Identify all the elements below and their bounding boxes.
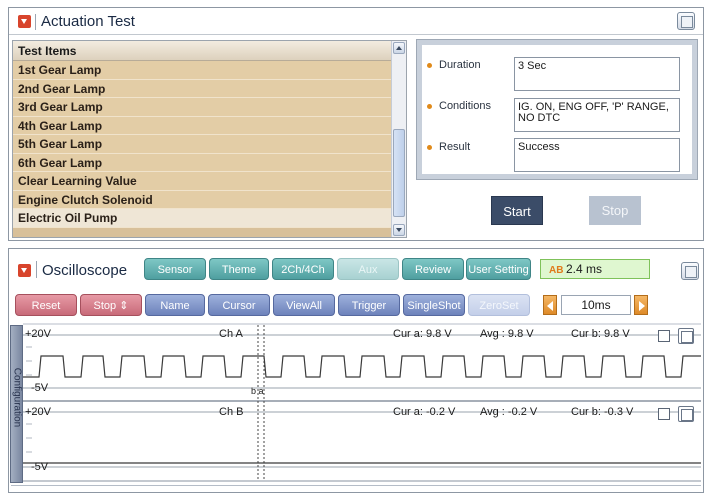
list-item[interactable]: Engine Clutch Solenoid (13, 190, 391, 209)
list-item-selected[interactable]: Electric Oil Pump (13, 209, 391, 228)
scope-grid (23, 323, 701, 482)
start-button[interactable]: Start (491, 196, 543, 225)
stop-scope-button[interactable]: Stop ⇕ (80, 294, 142, 316)
configuration-tab[interactable]: Configuration (10, 325, 23, 483)
sensor-button[interactable]: Sensor (144, 258, 206, 280)
test-info-panel: Duration 3 Sec Conditions IG. ON, ENG OF… (416, 39, 698, 180)
list-item[interactable]: 6th Gear Lamp (13, 153, 391, 172)
channel-b-expand-icon[interactable] (678, 406, 694, 422)
theme-button[interactable]: Theme (209, 258, 269, 280)
list-item[interactable]: 5th Gear Lamp (13, 135, 391, 154)
list-item[interactable]: 2nd Gear Lamp (13, 79, 391, 98)
channel-a-avg: Avg : 9.8 V (480, 328, 534, 340)
stop-button[interactable]: Stop (589, 196, 641, 225)
test-info-inner: Duration 3 Sec Conditions IG. ON, ENG OF… (422, 45, 692, 174)
updown-icon: ⇕ (119, 300, 129, 312)
result-field: Success (514, 138, 680, 172)
trigger-button[interactable]: Trigger (338, 294, 400, 316)
channel-a-waveform (23, 355, 701, 378)
channel-a-cur-b: Cur b: 9.8 V (571, 328, 630, 340)
collapse-icon[interactable] (18, 264, 31, 277)
result-label: Result (426, 141, 471, 153)
user-setting-button[interactable]: User Setting (466, 258, 531, 280)
channel-b-name: Ch B (219, 406, 244, 418)
list-item[interactable]: Clear Learning Value (13, 172, 391, 191)
channel-b-avg: Avg : -0.2 V (480, 406, 538, 418)
aux-button[interactable]: Aux (337, 258, 399, 280)
channel-b-cur-b: Cur b: -0.3 V (571, 406, 634, 418)
divider (36, 261, 37, 278)
stop-scope-label: Stop (93, 300, 117, 312)
zoom-increase-icon[interactable] (634, 295, 648, 315)
channel-b-vmin: -5V (31, 461, 49, 473)
collapse-icon[interactable] (18, 15, 31, 28)
channel-a-checkbox[interactable] (658, 330, 670, 342)
scroll-down-icon[interactable] (393, 224, 405, 236)
cursor-label: b a (251, 386, 264, 396)
singleshot-button[interactable]: SingleShot (403, 294, 465, 316)
divider (35, 14, 36, 30)
list-item[interactable]: 3rd Gear Lamp (13, 98, 391, 117)
maximize-icon[interactable] (677, 12, 695, 30)
viewall-button[interactable]: ViewAll (273, 294, 335, 316)
channel-a-expand-icon[interactable] (678, 328, 694, 344)
scope-display: +20V -5V Ch A b a Cur a: 9.8 V Avg : 9.8… (23, 323, 701, 482)
channel-a-name: Ch A (219, 328, 243, 340)
maximize-icon[interactable] (681, 262, 699, 280)
channel-a-cur-a: Cur a: 9.8 V (393, 328, 452, 340)
channel-b-cur-a: Cur a: -0.2 V (393, 406, 456, 418)
oscilloscope-title: Oscilloscope (42, 262, 128, 279)
channel-mode-button[interactable]: 2Ch/4Ch (272, 258, 334, 280)
duration-field: 3 Sec (514, 57, 680, 91)
scroll-thumb[interactable] (393, 129, 405, 217)
oscilloscope-panel: Oscilloscope Sensor Theme 2Ch/4Ch Aux Re… (8, 248, 704, 493)
duration-label: Duration (427, 59, 481, 71)
channel-b-vmax: +20V (25, 406, 51, 418)
channel-a-vmax: +20V (25, 328, 51, 340)
actuation-test-panel: Actuation Test Test Items 1st Gear Lamp … (8, 7, 704, 241)
zeroset-button[interactable]: ZeroSet (468, 294, 530, 316)
conditions-field: IG. ON, ENG OFF, 'P' RANGE, NO DTC (514, 98, 680, 132)
time-value: 2.4 ms (566, 262, 603, 276)
list-header: Test Items (13, 41, 391, 61)
channel-a-vmin: -5V (31, 382, 49, 394)
list-item[interactable]: 1st Gear Lamp (13, 61, 391, 80)
configuration-label: Configuration (11, 367, 23, 428)
actuation-header: Actuation Test (9, 8, 703, 35)
time-readout: AB 2.4 ms (540, 259, 650, 279)
conditions-label: Conditions (427, 100, 491, 112)
horizontal-scrollbar[interactable] (11, 485, 701, 492)
zoom-decrease-icon[interactable] (543, 295, 557, 315)
list-item[interactable]: 4th Gear Lamp (13, 116, 391, 135)
list-scrollbar[interactable] (391, 41, 406, 237)
reset-button[interactable]: Reset (15, 294, 77, 316)
zoom-value: 10ms (561, 295, 631, 315)
review-button[interactable]: Review (402, 258, 464, 280)
cursor-button[interactable]: Cursor (208, 294, 270, 316)
name-button[interactable]: Name (145, 294, 205, 316)
scroll-up-icon[interactable] (393, 42, 405, 54)
channel-b-checkbox[interactable] (658, 408, 670, 420)
test-items-list: Test Items 1st Gear Lamp 2nd Gear Lamp 3… (12, 40, 407, 238)
actuation-title: Actuation Test (41, 13, 135, 30)
cursor-delta-icon: AB (549, 265, 564, 276)
